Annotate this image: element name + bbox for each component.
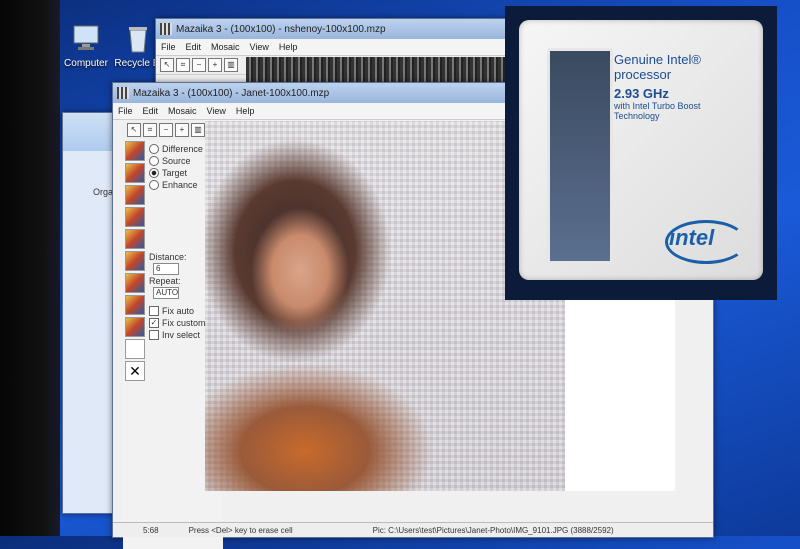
grid-icon[interactable]: ▥: [224, 58, 238, 72]
checkbox[interactable]: [149, 306, 159, 316]
status-hint: Press <Del> key to erase cell: [188, 525, 293, 535]
monitor-bezel: [0, 0, 60, 536]
distance-label: Distance:: [149, 252, 187, 262]
back-window-title: Mazaika 3 - (100x100) - nshenoy-100x100.…: [176, 23, 386, 35]
checkbox-checked[interactable]: ✓: [149, 318, 159, 328]
mode-label: Difference: [162, 144, 203, 154]
mode-label: Enhance: [162, 180, 198, 190]
fit-tool-icon[interactable]: ⌗: [176, 58, 190, 72]
picture-path: Pic: C:\Users\test\Pictures\Janet-Photo\…: [372, 525, 614, 535]
tile-tool-icon[interactable]: [125, 317, 145, 337]
sticker-line-processor: processor: [614, 67, 672, 82]
tile-tool-icon[interactable]: [125, 185, 145, 205]
recycle-bin-icon: [129, 27, 147, 53]
tile-tool-icon[interactable]: [125, 251, 145, 271]
zoom-out-icon[interactable]: −: [192, 58, 206, 72]
menu-mosaic[interactable]: Mosaic: [163, 106, 202, 116]
fix-auto-option[interactable]: Fix auto: [149, 305, 206, 317]
sticker-text: Genuine Intel® processor 2.93 GHz with I…: [614, 52, 701, 121]
close-icon[interactable]: ✕: [125, 361, 145, 381]
sticker-tech: Technology: [614, 111, 660, 121]
menu-help[interactable]: Help: [231, 106, 260, 116]
radio-button[interactable]: [149, 144, 159, 154]
pointer-tool-icon[interactable]: ↖: [160, 58, 174, 72]
menu-file[interactable]: File: [113, 106, 138, 116]
menu-edit[interactable]: Edit: [138, 106, 164, 116]
desktop-icon-label: Computer: [64, 58, 108, 69]
sticker-face: Genuine Intel® processor 2.93 GHz with I…: [519, 20, 763, 280]
mode-source[interactable]: Source: [149, 155, 206, 167]
mode-enhance[interactable]: Enhance: [149, 179, 206, 191]
fix-custom-option[interactable]: ✓ Fix custom: [149, 317, 206, 329]
mode-label: Target: [162, 168, 188, 178]
blank-tool-icon[interactable]: [125, 339, 145, 359]
zoom-in-icon[interactable]: +: [175, 123, 189, 137]
tile-tool-icon[interactable]: [125, 273, 145, 293]
menu-help[interactable]: Help: [274, 42, 303, 52]
mazaika-app-icon: [160, 23, 172, 35]
menu-edit[interactable]: Edit: [181, 42, 207, 52]
distance-stepper[interactable]: 6: [153, 263, 179, 275]
mode-difference[interactable]: Difference: [149, 143, 206, 155]
mode-target[interactable]: Target: [149, 167, 206, 179]
option-label: Inv select: [162, 330, 201, 340]
radio-button-selected[interactable]: [149, 168, 159, 178]
main-window-toolbar: ↖ ⌗ − + ▥: [123, 121, 207, 139]
fit-tool-icon[interactable]: ⌗: [143, 123, 157, 137]
intel-logo: intel: [669, 225, 715, 250]
tile-tool-icon[interactable]: [125, 295, 145, 315]
grid-icon[interactable]: ▥: [191, 123, 205, 137]
radio-button[interactable]: [149, 156, 159, 166]
menu-view[interactable]: View: [245, 42, 274, 52]
inv-select-option[interactable]: Inv select: [149, 329, 206, 341]
zoom-in-icon[interactable]: +: [208, 58, 222, 72]
mode-options: Difference Source Target Enhance Distanc…: [149, 143, 206, 341]
tile-tools: ✕: [125, 141, 145, 383]
menu-mosaic[interactable]: Mosaic: [206, 42, 245, 52]
pointer-tool-icon[interactable]: ↖: [127, 123, 141, 137]
repeat-stepper[interactable]: AUTO: [153, 287, 179, 299]
cell-position: 5:68: [143, 525, 159, 535]
zoom-out-icon[interactable]: −: [159, 123, 173, 137]
intel-processor-sticker: Genuine Intel® processor 2.93 GHz with I…: [505, 6, 777, 300]
tile-tool-icon[interactable]: [125, 141, 145, 161]
desktop-icon-computer[interactable]: Computer: [56, 22, 116, 69]
option-label: Fix custom: [162, 318, 206, 328]
mode-label: Source: [162, 156, 191, 166]
tile-tool-icon[interactable]: [125, 163, 145, 183]
radio-button[interactable]: [149, 180, 159, 190]
status-bar: 5:68 Press <Del> key to erase cell Pic: …: [113, 522, 713, 537]
option-label: Fix auto: [162, 306, 195, 316]
checkbox[interactable]: [149, 330, 159, 340]
sticker-turbo: with Intel Turbo Boost: [614, 101, 701, 111]
main-window-title: Mazaika 3 - (100x100) - Janet-100x100.mz…: [133, 87, 330, 99]
mazaika-app-icon: [117, 87, 129, 99]
menu-view[interactable]: View: [202, 106, 231, 116]
sticker-line-genuine: Genuine Intel®: [614, 52, 701, 67]
tile-tool-icon[interactable]: [125, 229, 145, 249]
sticker-speed: 2.93 GHz: [614, 86, 669, 101]
organize-menu[interactable]: Orga: [93, 187, 113, 197]
menu-file[interactable]: File: [156, 42, 181, 52]
sticker-window: [547, 48, 613, 264]
repeat-label: Repeat:: [149, 276, 181, 286]
computer-icon: [73, 25, 99, 50]
tile-tool-icon[interactable]: [125, 207, 145, 227]
